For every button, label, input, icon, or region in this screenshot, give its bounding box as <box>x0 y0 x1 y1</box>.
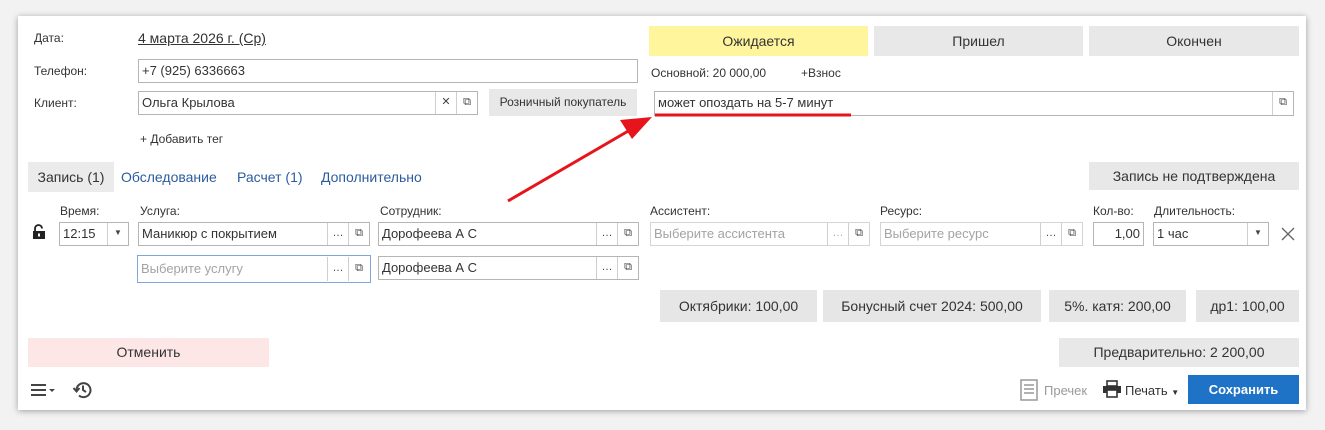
open-icon[interactable]: ⧉ <box>1061 223 1082 245</box>
chevron-down-icon[interactable]: ▼ <box>1247 223 1268 245</box>
resource-column-label: Ресурс: <box>880 204 923 218</box>
employee-column-label: Сотрудник: <box>380 204 442 218</box>
open-icon[interactable]: ⧉ <box>617 223 638 245</box>
assistant-column-label: Ассистент: <box>650 204 711 218</box>
appointment-window: Дата: 4 марта 2026 г. (Ср) Телефон: +7 (… <box>18 16 1306 410</box>
chevron-down-icon: ▼ <box>1171 388 1180 397</box>
printer-icon[interactable] <box>1102 380 1122 398</box>
more-icon[interactable]: … <box>827 223 848 245</box>
qty-column-label: Кол-во: <box>1093 204 1134 218</box>
time-value: 12:15 <box>63 226 96 241</box>
new-service-input[interactable]: Выберите услугу … ⧉ <box>137 255 371 283</box>
more-icon[interactable]: … <box>596 223 617 245</box>
confirm-status-button[interactable]: Запись не подтверждена <box>1089 162 1299 190</box>
service-column-label: Услуга: <box>140 204 180 218</box>
print-button[interactable]: Печать ▼ <box>1125 383 1179 398</box>
assistant-placeholder: Выберите ассистента <box>654 226 785 241</box>
unlock-icon[interactable] <box>32 224 46 240</box>
save-button[interactable]: Сохранить <box>1188 375 1299 404</box>
open-icon[interactable]: ⧉ <box>848 223 869 245</box>
more-icon[interactable]: … <box>327 223 348 245</box>
cancel-button[interactable]: Отменить <box>28 338 269 367</box>
assistant-input[interactable]: Выберите ассистента … ⧉ <box>650 222 870 246</box>
service-placeholder: Выберите услугу <box>141 261 243 276</box>
balance-chip: др1: 100,00 <box>1196 290 1299 322</box>
tab-examination[interactable]: Обследование <box>121 169 217 185</box>
employee-value: Дорофеева А С <box>382 226 478 241</box>
balance-chip: Октябрики: 100,00 <box>660 290 817 322</box>
more-icon[interactable]: … <box>1040 223 1061 245</box>
preliminary-total: Предварительно: 2 200,00 <box>1059 338 1299 367</box>
service-value: Маникюр с покрытием <box>142 226 277 241</box>
time-column-label: Время: <box>60 204 100 218</box>
service-input[interactable]: Маникюр с покрытием … ⧉ <box>138 222 370 246</box>
duration-column-label: Длительность: <box>1154 204 1236 218</box>
resource-input[interactable]: Выберите ресурс … ⧉ <box>880 222 1083 246</box>
more-icon[interactable]: … <box>327 257 348 281</box>
time-select[interactable]: 12:15 ▼ <box>59 222 129 246</box>
balance-chip: 5%. катя: 200,00 <box>1049 290 1186 322</box>
chevron-down-icon[interactable]: ▼ <box>107 223 128 245</box>
employee-input[interactable]: Дорофеева А С … ⧉ <box>378 222 639 246</box>
print-label: Печать <box>1125 383 1168 398</box>
balance-chip: Бонусный счет 2024: 500,00 <box>823 290 1041 322</box>
duration-select[interactable]: 1 час ▼ <box>1153 222 1269 246</box>
new-employee-input[interactable]: Дорофеева А С … ⧉ <box>378 256 639 280</box>
tab-additional[interactable]: Дополнительно <box>321 169 422 185</box>
tab-calculation[interactable]: Расчет (1) <box>237 169 303 185</box>
receipt-button[interactable]: Пречек <box>1044 383 1087 398</box>
tab-record[interactable]: Запись (1) <box>28 162 114 192</box>
open-icon[interactable]: ⧉ <box>617 257 638 279</box>
resource-placeholder: Выберите ресурс <box>884 226 989 241</box>
duration-value: 1 час <box>1157 226 1189 241</box>
open-icon[interactable]: ⧉ <box>348 257 369 281</box>
more-icon[interactable]: … <box>596 257 617 279</box>
employee-value: Дорофеева А С <box>382 260 478 275</box>
open-icon[interactable]: ⧉ <box>348 223 369 245</box>
menu-icon[interactable] <box>31 382 57 398</box>
delete-row-icon[interactable] <box>1281 227 1295 241</box>
history-icon[interactable] <box>72 379 94 401</box>
qty-input[interactable]: 1,00 <box>1093 222 1144 246</box>
receipt-icon[interactable] <box>1020 379 1038 401</box>
